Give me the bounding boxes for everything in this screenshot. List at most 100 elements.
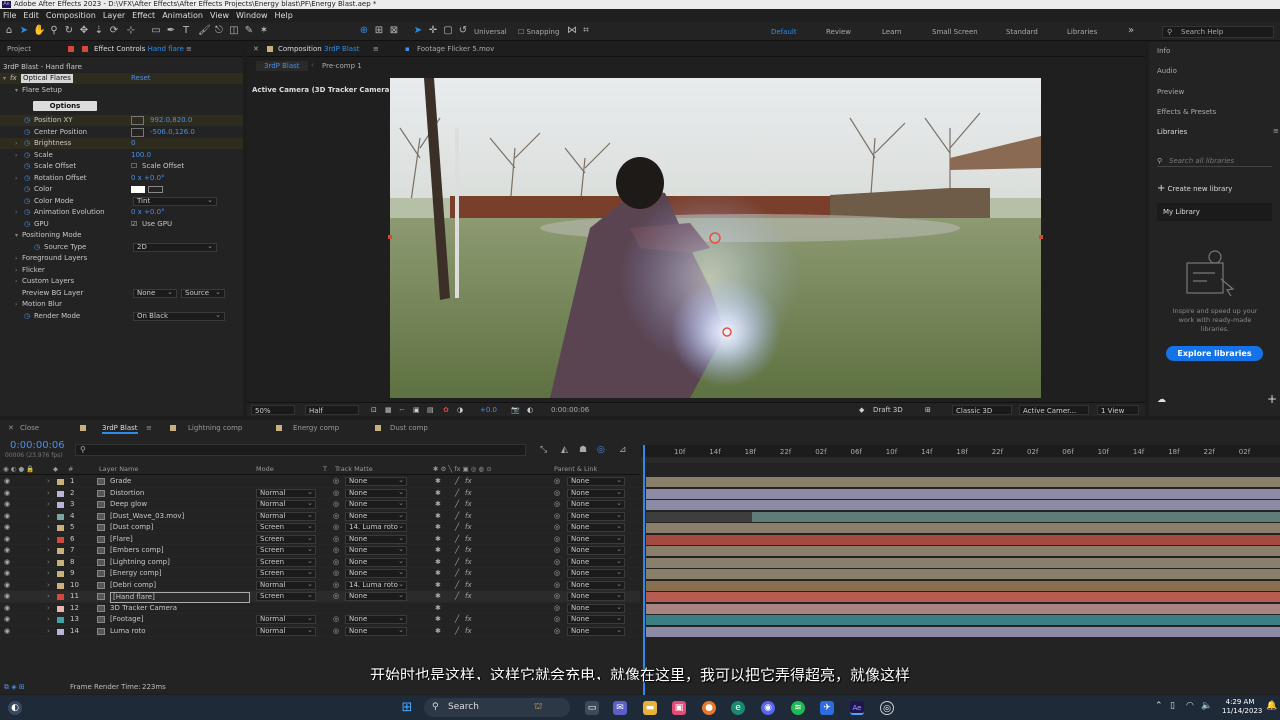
menu-edit[interactable]: Edit (23, 11, 39, 20)
layer-name[interactable]: [Embers comp] (110, 545, 164, 557)
layer-duration-bar[interactable] (646, 500, 1280, 510)
panel-menu-icon[interactable]: ≡ (186, 45, 192, 53)
prop-animation-evolution[interactable]: › ◷ Animation Evolution 0 x +0.0° (0, 207, 243, 218)
matte-link-icon[interactable]: ◎ (333, 488, 339, 500)
parent-pickwhip-icon[interactable]: ◎ (554, 580, 560, 592)
render-mode-dropdown[interactable]: On Black (133, 312, 225, 321)
text-tool-icon[interactable]: T (180, 25, 192, 37)
tab-composition[interactable]: Composition 3rdP Blast (267, 45, 359, 53)
track-matte-dropdown[interactable]: None (345, 615, 407, 624)
expand-triangle-icon[interactable]: › (15, 173, 17, 184)
expand-triangle-icon[interactable]: › (15, 276, 17, 287)
tab-lightning-comp[interactable]: Lightning comp (188, 424, 242, 432)
eye-icon[interactable]: ◉ (4, 488, 10, 500)
rectangle-tool-icon[interactable]: ▭ (150, 25, 162, 37)
store-app-icon[interactable]: ▣ (672, 701, 686, 715)
parent-dropdown[interactable]: None (567, 615, 625, 624)
layer-duration-bar[interactable] (646, 569, 1280, 579)
parent-dropdown[interactable]: None (567, 534, 625, 544)
quality-switch-icon[interactable]: ╱ (455, 522, 459, 534)
effect-row-optical-flares[interactable]: ▾ fx Optical Flares Reset (0, 73, 243, 84)
parent-dropdown[interactable]: None (567, 580, 625, 590)
menu-view[interactable]: View (210, 11, 229, 20)
label-swatch[interactable] (57, 594, 64, 600)
snap-grid-icon[interactable]: ⌗ (580, 25, 592, 37)
label-swatch[interactable] (57, 502, 64, 508)
fx-switch-icon[interactable]: fx (465, 557, 472, 569)
prop-center-position[interactable]: ◷ Center Position -506.0,126.0 (0, 127, 243, 138)
mode-dropdown[interactable]: Screen (256, 546, 316, 555)
expand-triangle-icon[interactable]: › (47, 580, 50, 592)
clone-stamp-tool-icon[interactable]: ⎋ (213, 25, 225, 37)
expand-triangle-icon[interactable]: › (15, 138, 17, 149)
workspace-overflow-icon[interactable]: » (1125, 25, 1137, 37)
track-matte-dropdown[interactable]: None (345, 511, 407, 521)
magnification-dropdown[interactable]: 50% (251, 405, 295, 415)
menu-file[interactable]: File (3, 11, 16, 20)
label-swatch[interactable] (57, 571, 64, 577)
eye-icon[interactable]: ◉ (4, 557, 10, 569)
mode-dropdown[interactable]: Screen (256, 534, 316, 544)
prop-scale-offset[interactable]: ◷ Scale Offset ☐ Scale Offset (0, 161, 243, 172)
layer-duration-segment[interactable] (752, 511, 1280, 522)
table-row[interactable]: ◉ › 3 Deep glow Normal ◎ None ✱ ╱ fx ◎ None (0, 499, 640, 511)
table-row[interactable]: ◉ › 14 Luma roto Normal ◎ None ✱ ╱ fx ◎ None (0, 626, 640, 638)
layer-name[interactable]: Luma roto (110, 626, 146, 638)
shy-switch-icon[interactable]: ✱ (435, 511, 441, 523)
layer-duration-bar[interactable] (646, 615, 1280, 625)
parent-dropdown[interactable]: None (567, 626, 625, 636)
spotify-icon[interactable]: ≋ (791, 701, 805, 715)
fx-switch-icon[interactable]: fx (465, 545, 472, 557)
windows-start-icon[interactable]: ⊞ (400, 701, 414, 715)
pen-tool-icon[interactable]: ✒ (165, 25, 177, 37)
fx-switch-icon[interactable]: fx (465, 614, 472, 626)
region-of-interest-icon[interactable]: ⊡ (371, 405, 377, 415)
use-gpu-checkbox[interactable]: ☑ (131, 219, 137, 230)
grid-guides-icon[interactable]: ▣ (413, 405, 420, 415)
layer-name[interactable]: Deep glow (110, 499, 147, 511)
brightness-value[interactable]: 0 (131, 138, 135, 149)
snapshot-camera-icon[interactable]: 📷 (511, 405, 520, 415)
layer-duration-bar[interactable] (646, 546, 1280, 556)
resolution-dropdown[interactable]: Half (305, 405, 359, 415)
quality-switch-icon[interactable]: ╱ (455, 580, 459, 592)
teams-chat-icon[interactable]: ✉ (613, 701, 627, 715)
eye-icon[interactable]: ◉ (4, 591, 10, 603)
weather-widget-icon[interactable]: ◐ (8, 701, 22, 715)
center-position-value[interactable]: -506.0,126.0 (150, 127, 195, 138)
my-library-item[interactable]: My Library (1157, 203, 1272, 221)
explore-libraries-button[interactable]: Explore libraries (1166, 346, 1263, 361)
prop-brightness[interactable]: › ◷ Brightness 0 (0, 138, 243, 149)
selection-tool-icon[interactable]: ➤ (18, 25, 30, 37)
mode-dropdown[interactable]: Screen (256, 523, 316, 532)
preview-bg-source-dropdown[interactable]: Source (181, 289, 225, 298)
prop-scale[interactable]: › ◷ Scale 100.0 (0, 150, 243, 161)
eye-icon[interactable]: ◉ (4, 603, 10, 615)
stopwatch-icon[interactable]: ◷ (24, 161, 30, 172)
quality-switch-icon[interactable]: ╱ (455, 545, 459, 557)
expand-triangle-icon[interactable]: › (47, 545, 50, 557)
quality-switch-icon[interactable]: ╱ (455, 511, 459, 523)
parent-dropdown[interactable]: None (567, 569, 625, 578)
fx-switch-icon[interactable]: fx (465, 591, 472, 603)
status-toggle-icons[interactable]: ⧉ ◈ ⊞ (4, 680, 25, 694)
tab-footage[interactable]: ▪ Footage Flicker 5.mov (405, 45, 494, 53)
shy-switch-icon[interactable]: ✱ (435, 476, 441, 488)
taskbar-clock[interactable]: 4:29 AM 11/14/2023 (1222, 698, 1262, 716)
table-row[interactable]: ◉ › 8 [Lightning comp] Screen ◎ None ✱ ╱ fx ◎ None (0, 557, 640, 569)
color-swatch[interactable] (131, 186, 145, 193)
stopwatch-icon[interactable]: ◷ (24, 138, 30, 149)
exposure-value[interactable]: +0.0 (480, 405, 497, 415)
stopwatch-icon[interactable]: ◷ (24, 184, 30, 195)
quality-switch-icon[interactable]: ╱ (455, 534, 459, 546)
eyedropper-icon[interactable] (148, 186, 163, 193)
parent-pickwhip-icon[interactable]: ◎ (554, 534, 560, 546)
fx-switch-icon[interactable]: fx (465, 568, 472, 580)
expand-triangle-icon[interactable]: › (47, 534, 50, 546)
tab-project[interactable]: Project (7, 45, 31, 53)
mode-dropdown[interactable]: Screen (256, 557, 316, 567)
quality-switch-icon[interactable]: ╱ (455, 568, 459, 580)
pan-tool-icon[interactable]: ✥ (78, 25, 90, 37)
workspace-small-screen[interactable]: Small Screen (932, 28, 978, 36)
table-row[interactable]: ◉ › 9 [Energy comp] Screen ◎ None ✱ ╱ fx ◎ None (0, 568, 640, 580)
